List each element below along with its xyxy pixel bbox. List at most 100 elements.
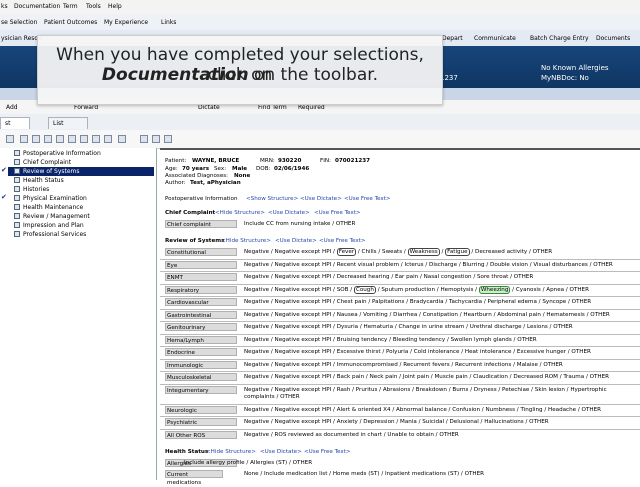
expand-icon[interactable]: [14, 213, 20, 219]
batch-charge-entry-button[interactable]: Batch Charge Entry: [530, 35, 589, 42]
ros-row-options-enmt[interactable]: Negative / Negative except HPI / Decreas…: [244, 274, 533, 280]
ros-row-label-all-other[interactable]: All Other ROS: [165, 431, 237, 439]
selected-option-weakness[interactable]: Weakness: [407, 248, 440, 256]
tree-item-review-management[interactable]: Review / Management: [8, 212, 154, 221]
expand-icon[interactable]: [14, 231, 20, 237]
communicate-button[interactable]: Communicate: [474, 35, 516, 42]
menu-item-help[interactable]: Help: [108, 3, 122, 10]
chief-complaint-options[interactable]: Include CC from nursing intake / OTHER: [244, 221, 355, 227]
use-dictate-link[interactable]: <Use Dictate>: [268, 210, 310, 216]
find-term-button[interactable]: Find Term: [258, 104, 287, 111]
ros-row-label-enmt[interactable]: ENMT: [165, 273, 237, 281]
expand-icon[interactable]: [14, 168, 20, 174]
selected-option-cough[interactable]: Cough: [353, 286, 376, 294]
ros-row-options-cardiovascular[interactable]: Negative / Negative except HPI / Chest p…: [244, 299, 591, 305]
ros-row-label-respiratory[interactable]: Respiratory: [165, 286, 237, 294]
cut-icon[interactable]: [20, 135, 28, 143]
tree-item-health-status[interactable]: Health Status: [8, 176, 154, 185]
expand-icon[interactable]: [14, 204, 20, 210]
folder-icon[interactable]: [56, 135, 64, 143]
ros-row-options-integumentary-cont[interactable]: complaints / OTHER: [244, 394, 300, 400]
add-button[interactable]: Add: [6, 104, 18, 111]
ros-row-label-constitutional[interactable]: Constitutional: [165, 248, 237, 256]
ros-row-options-endocrine[interactable]: Negative / Negative except HPI / Excessi…: [244, 349, 591, 355]
use-dictate-link[interactable]: <Use Dictate>: [275, 238, 317, 244]
documents-button[interactable]: Documents: [596, 35, 630, 42]
expand-icon[interactable]: [14, 195, 20, 201]
menu-item-term[interactable]: Term: [63, 3, 78, 10]
use-free-text-link[interactable]: <Use Free Text>: [304, 449, 351, 455]
ros-row-label-endocrine[interactable]: Endocrine: [165, 348, 237, 356]
tree-item-chief-complaint[interactable]: Chief Complaint: [8, 158, 154, 167]
ros-row-options-psychiatric[interactable]: Negative / Negative except HPI / Anxiety…: [244, 419, 549, 425]
menu-item-documentation[interactable]: Documentation: [14, 3, 60, 10]
ros-row-label-immunologic[interactable]: Immunologic: [165, 361, 237, 369]
tree-item-impression-and-plan[interactable]: Impression and Plan: [8, 221, 154, 230]
required-button[interactable]: Required: [298, 104, 325, 111]
ros-row-label-gastrointestinal[interactable]: Gastrointestinal: [165, 311, 237, 319]
hide-structure-link[interactable]: <Hide Structure>: [221, 238, 271, 244]
expand-icon[interactable]: [14, 186, 20, 192]
ros-row-options-all-other[interactable]: Negative / ROS reviewed as documented in…: [244, 432, 459, 438]
ros-row-label-musculoskeletal[interactable]: Musculoskeletal: [165, 373, 237, 381]
selected-option-fatigue[interactable]: Fatigue: [445, 248, 470, 256]
spell-check-icon[interactable]: [104, 135, 112, 143]
ros-row-options-respiratory[interactable]: Negative / Negative except HPI / SOB / C…: [244, 286, 589, 294]
ros-row-label-psychiatric[interactable]: Psychiatric: [165, 418, 237, 426]
copy-icon[interactable]: [32, 135, 40, 143]
toolbar-selection-button[interactable]: se Selection: [1, 19, 37, 26]
tree-item-postoperative-information[interactable]: Postoperative Information: [8, 149, 154, 158]
ros-row-options-eye[interactable]: Negative / Negative except HPI / Recent …: [244, 262, 613, 268]
toolbar-patient-outcomes-button[interactable]: Patient Outcomes: [44, 19, 97, 26]
use-free-text-link[interactable]: <Use Free Text>: [344, 196, 391, 202]
ros-row-label-genitourinary[interactable]: Genitourinary: [165, 323, 237, 331]
arrow-down-icon[interactable]: [164, 135, 172, 143]
expand-icon[interactable]: [14, 159, 20, 165]
tree-item-histories[interactable]: Histories: [8, 185, 154, 194]
ros-row-options-immunologic[interactable]: Negative / Negative except HPI / Immunoc…: [244, 362, 563, 368]
health-row-options-current-medications[interactable]: None / Include medication list / Home me…: [244, 471, 484, 477]
toolbar-my-experience-button[interactable]: My Experience: [104, 19, 148, 26]
selected-option-fever[interactable]: Fever: [336, 248, 357, 256]
menu-item-links[interactable]: ks: [1, 3, 8, 10]
menu-item-tools[interactable]: Tools: [86, 3, 101, 10]
use-dictate-link[interactable]: <Use Dictate>: [300, 196, 342, 202]
ros-row-label-hema-lymph[interactable]: Hema/Lymph: [165, 336, 237, 344]
forward-button[interactable]: Forward: [74, 104, 98, 111]
health-row-options-allergies[interactable]: Include allergy profile / Allergies (ST)…: [184, 460, 312, 466]
use-dictate-link[interactable]: <Use Dictate>: [260, 449, 302, 455]
depart-button[interactable]: Depart: [442, 35, 463, 42]
ros-row-options-hema-lymph[interactable]: Negative / Negative except HPI / Bruisin…: [244, 337, 537, 343]
dictate-button[interactable]: Dictate: [198, 104, 220, 111]
ros-row-label-neurologic[interactable]: Neurologic: [165, 406, 237, 414]
ros-row-options-genitourinary[interactable]: Negative / Negative except HPI / Dysuria…: [244, 324, 573, 330]
ros-row-options-integumentary[interactable]: Negative / Negative except HPI / Rash / …: [244, 387, 607, 393]
chief-complaint-row-label[interactable]: Chief complaint: [165, 220, 237, 228]
expand-icon[interactable]: [14, 222, 20, 228]
ros-row-label-cardiovascular[interactable]: Cardiovascular: [165, 298, 237, 306]
save-icon[interactable]: [140, 135, 148, 143]
use-free-text-link[interactable]: <Use Free Text>: [319, 238, 366, 244]
close-icon[interactable]: [6, 135, 14, 143]
tree-item-review-of-systems[interactable]: Review of Systems: [8, 167, 154, 176]
physician-resources-button[interactable]: ysician Resou: [1, 35, 42, 42]
ros-row-label-eye[interactable]: Eye: [165, 261, 237, 269]
tree-item-professional-services[interactable]: Professional Services: [8, 230, 154, 239]
ros-row-label-integumentary[interactable]: Integumentary: [165, 386, 237, 394]
tree-item-physical-examination[interactable]: Physical Examination: [8, 194, 154, 203]
selected-option-wheezing[interactable]: Wheezing: [478, 286, 511, 294]
delete-icon[interactable]: [80, 135, 88, 143]
use-free-text-link[interactable]: <Use Free Text>: [314, 210, 361, 216]
expand-icon[interactable]: [14, 150, 20, 156]
ros-row-options-neurologic[interactable]: Negative / Negative except HPI / Alert &…: [244, 407, 601, 413]
tab-list-left[interactable]: st: [0, 117, 30, 129]
preview-icon[interactable]: [118, 135, 126, 143]
expand-icon[interactable]: [14, 177, 20, 183]
tree-item-health-maintenance[interactable]: Health Maintenance: [8, 203, 154, 212]
hide-structure-link[interactable]: <Hide Structure>: [215, 210, 265, 216]
health-row-label-current-medications[interactable]: Current medications: [165, 470, 223, 486]
format-icon[interactable]: [92, 135, 100, 143]
ros-row-options-musculoskeletal[interactable]: Negative / Negative except HPI / Back pa…: [244, 374, 609, 380]
tab-list[interactable]: List: [48, 117, 88, 129]
arrow-up-icon[interactable]: [152, 135, 160, 143]
